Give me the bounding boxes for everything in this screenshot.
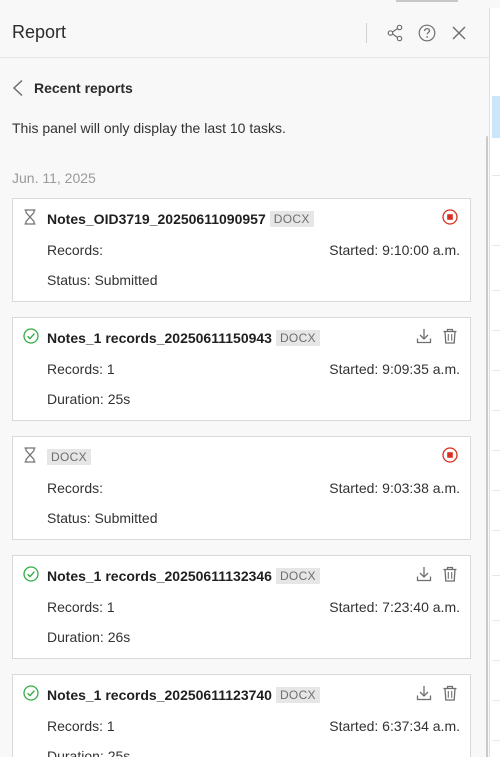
card-actions	[408, 683, 460, 703]
trash-icon	[442, 328, 458, 344]
duration-text: Duration: 26s	[47, 629, 131, 645]
close-icon	[452, 26, 466, 40]
back-button[interactable]	[12, 78, 28, 98]
task-name: DOCX	[47, 449, 91, 465]
format-badge: DOCX	[47, 449, 91, 465]
edge-divider	[492, 700, 500, 701]
panel-title: Report	[12, 22, 67, 42]
started-time: Started: 9:03:38 a.m.	[329, 480, 460, 496]
task-card: Notes_1 records_20250611123740 DOCX Record…	[12, 674, 471, 757]
task-card: Notes_1 records_20250611150943 DOCX Record…	[12, 317, 471, 421]
top-strip	[0, 0, 500, 8]
download-button[interactable]	[414, 326, 434, 346]
nav-title: Recent reports	[34, 80, 133, 96]
edge-divider	[492, 530, 500, 531]
chevron-left-icon	[12, 79, 23, 97]
stop-button[interactable]	[440, 207, 460, 227]
records-count: Records: 1	[47, 599, 115, 615]
help-button[interactable]	[411, 17, 443, 49]
edge-divider	[492, 490, 500, 491]
task-name: Notes_1 records_20250611132346 DOCX	[47, 568, 320, 584]
started-time: Started: 6:37:34 a.m.	[329, 718, 460, 734]
download-icon	[416, 566, 432, 582]
trash-button[interactable]	[440, 564, 460, 584]
download-icon	[416, 328, 432, 344]
format-badge: DOCX	[275, 687, 320, 703]
edge-divider	[492, 410, 500, 411]
share-icon	[387, 24, 403, 42]
task-name: Notes_1 records_20250611123740 DOCX	[47, 687, 320, 703]
records-count: Records:	[47, 242, 104, 258]
trash-icon	[442, 685, 458, 701]
edge-divider	[492, 740, 500, 741]
task-card: DOCX Records: Started: 9:03:38 a.m. Status:…	[12, 436, 471, 540]
stop-icon	[442, 447, 458, 463]
task-filename: Notes_1 records_20250611123740	[47, 687, 272, 703]
started-time: Started: 9:10:00 a.m.	[329, 242, 460, 258]
duration-text: Duration: 25s	[47, 391, 131, 407]
started-time: Started: 9:09:35 a.m.	[329, 361, 460, 377]
task-card: Notes_OID3719_20250611090957 DOCX Records:…	[12, 198, 471, 302]
card-actions	[434, 207, 460, 227]
edge-divider	[492, 620, 500, 621]
edge-divider	[492, 175, 500, 176]
help-icon	[418, 24, 436, 42]
hourglass-icon	[23, 209, 39, 225]
edge-divider	[492, 290, 500, 291]
task-filename: Notes_1 records_20250611132346	[47, 568, 272, 584]
check-circle-icon	[23, 566, 39, 582]
panel-header: Report	[0, 8, 489, 58]
card-actions	[434, 445, 460, 465]
edge-divider	[492, 245, 500, 246]
hourglass-icon	[23, 447, 39, 463]
stop-icon	[442, 209, 458, 225]
records-count: Records: 1	[47, 361, 115, 377]
date-heading: Jun. 11, 2025	[12, 170, 96, 186]
task-filename: Notes_1 records_20250611150943	[47, 330, 272, 346]
right-edge	[490, 8, 500, 757]
header-actions	[366, 8, 475, 58]
task-card: Notes_1 records_20250611132346 DOCX Record…	[12, 555, 471, 659]
records-count: Records:	[47, 480, 104, 496]
trash-icon	[442, 566, 458, 582]
share-button[interactable]	[379, 17, 411, 49]
download-button[interactable]	[414, 564, 434, 584]
nav-row: Recent reports	[0, 58, 489, 118]
close-button[interactable]	[443, 17, 475, 49]
right-edge-highlight	[492, 96, 500, 138]
edge-divider	[492, 370, 500, 371]
download-icon	[416, 685, 432, 701]
status-text: Status: Submitted	[47, 510, 158, 526]
download-button[interactable]	[414, 683, 434, 703]
status-text: Status: Submitted	[47, 272, 158, 288]
task-filename: Notes_OID3719_20250611090957	[47, 211, 266, 227]
tab-hint	[396, 0, 458, 2]
check-circle-icon	[23, 685, 39, 701]
edge-divider	[492, 330, 500, 331]
check-circle-icon	[23, 328, 39, 344]
started-time: Started: 7:23:40 a.m.	[329, 599, 460, 615]
header-separator	[366, 23, 367, 43]
edge-divider	[492, 575, 500, 576]
task-name: Notes_OID3719_20250611090957 DOCX	[47, 211, 314, 227]
format-badge: DOCX	[269, 211, 314, 227]
records-count: Records: 1	[47, 718, 115, 734]
format-badge: DOCX	[275, 568, 320, 584]
scrollbar[interactable]	[486, 136, 488, 757]
trash-button[interactable]	[440, 326, 460, 346]
edge-divider	[492, 450, 500, 451]
panel-note: This panel will only display the last 10…	[12, 120, 286, 136]
trash-button[interactable]	[440, 683, 460, 703]
task-name: Notes_1 records_20250611150943 DOCX	[47, 330, 320, 346]
edge-divider	[492, 660, 500, 661]
duration-text: Duration: 25s	[47, 748, 131, 757]
stop-button[interactable]	[440, 445, 460, 465]
format-badge: DOCX	[275, 330, 320, 346]
card-actions	[408, 326, 460, 346]
card-actions	[408, 564, 460, 584]
